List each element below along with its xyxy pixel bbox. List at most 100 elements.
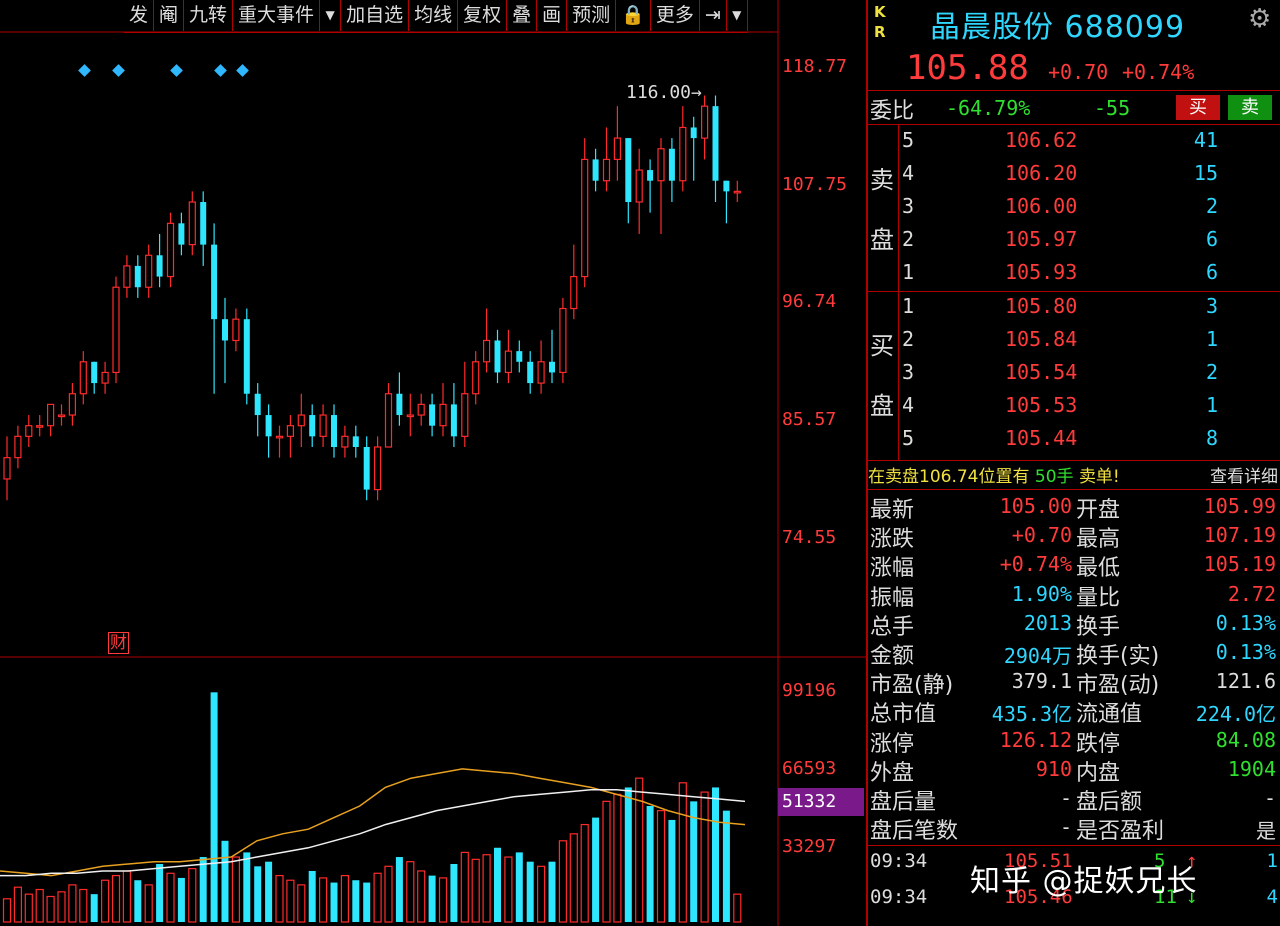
volume-bar [319, 877, 328, 923]
bids-row[interactable]: 4 105.53 1 [900, 393, 1280, 425]
candle-body [134, 265, 141, 288]
price-change-pct: +0.74% [1122, 60, 1195, 84]
price: 105.54 [1005, 360, 1078, 384]
toolbar-item[interactable]: 预测 [567, 0, 617, 31]
volume-bar [548, 861, 556, 922]
volume: 15 [1193, 161, 1218, 185]
candle-body [275, 435, 284, 439]
candle-body [581, 158, 589, 278]
sell-button[interactable]: 卖 [1228, 95, 1272, 120]
volume-bar [494, 847, 501, 922]
volume-bar [210, 692, 218, 922]
candle-body [450, 404, 457, 437]
tick-time: 09:34 [870, 886, 928, 908]
toolbar-item[interactable]: 均线 [409, 0, 459, 31]
candle-body [319, 414, 327, 437]
volume-bar [733, 893, 742, 923]
toolbar-item[interactable]: ⇥ [699, 0, 727, 31]
candle-body [68, 393, 77, 416]
price: 106.00 [1005, 194, 1078, 218]
toolbar-item[interactable]: 🔒 [616, 0, 651, 31]
stat-item: 量比 2.72 [1076, 580, 1276, 611]
volume-bar [417, 870, 426, 923]
level: 4 [902, 161, 915, 185]
stat-item: 涨停 126.12 [870, 726, 1072, 757]
asks-row[interactable]: 5 106.62 41 [900, 128, 1280, 160]
toolbar-item[interactable]: 九转 [184, 0, 234, 31]
stat-label: 盘后额 [1076, 790, 1143, 815]
candle-body [613, 137, 622, 161]
volume-bar [624, 787, 632, 922]
view-detail-link[interactable]: 查看详细 [1210, 462, 1278, 487]
toolbar-item[interactable]: 加自选 [341, 0, 410, 31]
toolbar-item[interactable]: ▼ [726, 0, 748, 31]
stat-value: 107.19 [1203, 523, 1276, 548]
price-change: +0.70 [1048, 60, 1109, 84]
volume-bar [428, 875, 436, 922]
volume-bar [297, 884, 306, 923]
stat-item: 最低 105.19 [1076, 550, 1276, 581]
bids-row[interactable]: 3 105.54 2 [900, 360, 1280, 392]
candle-body [178, 223, 185, 245]
candle-body [396, 393, 403, 416]
bids-row[interactable]: 5 105.44 8 [900, 426, 1280, 458]
price-axis-label: 118.77 [782, 56, 848, 77]
stat-item: 开盘 105.99 [1076, 492, 1276, 523]
stat-value: 1904 [1227, 756, 1276, 781]
stat-value: 2.72 [1227, 581, 1276, 606]
level: 2 [902, 327, 915, 351]
volume-bar [678, 782, 687, 923]
toolbar-item[interactable]: 复权 [458, 0, 508, 31]
volume-bar [526, 861, 534, 922]
finance-report-badge[interactable]: 财 [108, 632, 129, 654]
asks-row[interactable]: 1 105.93 6 [900, 260, 1280, 292]
volume: 8 [1205, 426, 1218, 450]
stat-label: 换手(实) [1076, 644, 1160, 669]
candle-body [570, 275, 578, 310]
candle-body [232, 318, 240, 342]
candle-body [79, 361, 87, 395]
kline-svg [0, 0, 866, 926]
stat-item: 盘后额 - [1076, 784, 1276, 815]
stat-item: 换手 0.13% [1076, 609, 1276, 640]
stat-item: 总手 2013 [870, 609, 1072, 640]
candle-body [602, 158, 611, 182]
tick-count: 1 [1266, 850, 1278, 872]
volume-bar [406, 861, 415, 923]
toolbar-item[interactable]: 更多 [650, 0, 700, 31]
toolbar-item[interactable]: 画 [537, 0, 568, 31]
stat-value: 0.13% [1215, 640, 1276, 664]
candle-body [700, 105, 709, 139]
candle-body [297, 414, 305, 427]
stat-value: 1.90% [1011, 581, 1072, 606]
level: 1 [902, 294, 915, 318]
candle-body [417, 403, 425, 416]
gear-icon[interactable]: ⚙ [1248, 4, 1271, 34]
asks-row[interactable]: 2 105.97 6 [900, 227, 1280, 259]
asks-row[interactable]: 3 106.00 2 [900, 194, 1280, 226]
buy-button[interactable]: 买 [1176, 95, 1220, 120]
level: 1 [902, 260, 915, 284]
quote-panel: KR 晶晨股份 688099 ⚙ 105.88 +0.70 +0.74% 委比 … [866, 0, 1280, 926]
price: 105.93 [1005, 260, 1078, 284]
volume-bar [308, 870, 316, 922]
volume-bar [100, 879, 110, 923]
bids-row[interactable]: 2 105.84 1 [900, 327, 1280, 359]
volume: 3 [1205, 294, 1218, 318]
toolbar-item[interactable]: 发 [124, 0, 155, 31]
toolbar-item[interactable]: 重大事件 [233, 0, 321, 31]
stat-item: 流通值 224.0亿 [1076, 696, 1276, 727]
candle-body [625, 138, 632, 203]
volume-bar [144, 884, 153, 923]
kline-chart-panel[interactable]: 发阉九转 重大事件 ▼ 加自选 均线 复权叠画预测 🔒 更多 ⇥ ▼ 118.77 107.75 … [0, 0, 866, 926]
candle-body [733, 190, 741, 194]
toolbar-item[interactable]: ▼ [320, 0, 342, 31]
stat-item: 振幅 1.90% [870, 580, 1072, 611]
asks-row[interactable]: 4 106.20 15 [900, 161, 1280, 193]
candle-body [363, 446, 370, 490]
bids-row[interactable]: 1 105.80 3 [900, 294, 1280, 326]
toolbar-item[interactable]: 叠 [507, 0, 538, 31]
candle-body [188, 201, 196, 246]
stat-value: 105.00 [999, 494, 1072, 518]
toolbar-item[interactable]: 阉 [154, 0, 185, 31]
